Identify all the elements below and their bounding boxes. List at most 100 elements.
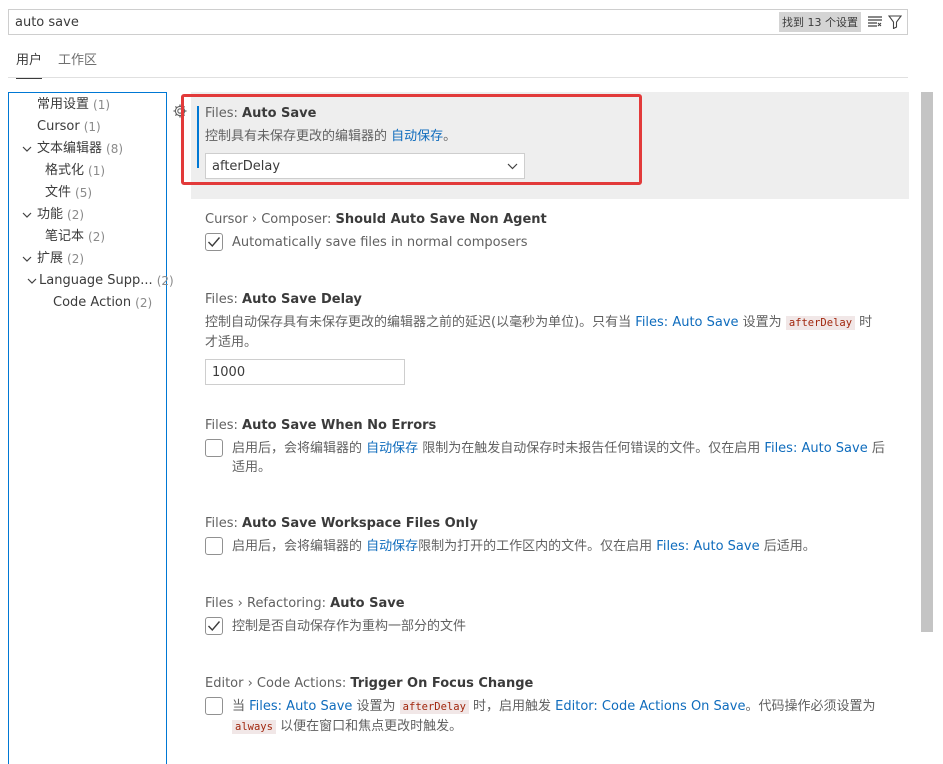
setting-gear-icon[interactable] <box>172 103 188 119</box>
setting-auto-save-when-no-errors: Files: Auto Save When No Errors 启用后，会将编辑… <box>191 417 891 477</box>
desc-text: 启用后，会将编辑器的 <box>232 441 367 456</box>
files-auto-save-link[interactable]: Files: Auto Save <box>764 441 867 456</box>
toc-item-count: (1) <box>88 164 106 178</box>
chevron-down-icon[interactable] <box>19 141 35 157</box>
setting-category: Files › Refactoring: <box>205 596 331 611</box>
toc-item-formatting[interactable]: 格式化 (1) <box>9 160 166 182</box>
setting-auto-save-workspace-only: Files: Auto Save Workspace Files Only 启用… <box>191 515 891 556</box>
code-actions-on-save-link[interactable]: Editor: Code Actions On Save <box>555 699 745 714</box>
code-value: always <box>232 720 276 734</box>
workspace-only-checkbox[interactable] <box>205 537 223 555</box>
toc-item-count: (5) <box>75 186 93 200</box>
desc-text: 。 <box>443 129 457 144</box>
chevron-down-icon[interactable] <box>19 207 35 223</box>
toc-item-label: 常用设置 <box>37 97 90 112</box>
toc-item-count: (2) <box>67 252 85 266</box>
setting-category: Files: <box>205 516 243 531</box>
auto-save-link[interactable]: 自动保存 <box>366 539 418 554</box>
tab-workspace[interactable]: 工作区 <box>50 44 105 78</box>
chevron-down-icon <box>507 159 518 174</box>
toc-item-label: 文本编辑器 <box>37 141 103 156</box>
toc-item-count: (8) <box>106 142 124 156</box>
setting-category: Files: <box>205 106 243 121</box>
checkbox-label: Automatically save files in normal compo… <box>232 235 528 250</box>
chevron-down-icon[interactable] <box>19 251 35 267</box>
desc-text: 限制为在触发自动保存时未报告任何错误的文件。仅在启用 <box>418 441 765 456</box>
composer-auto-save-checkbox[interactable] <box>205 233 223 251</box>
setting-description: 控制具有未保存更改的编辑器的 自动保存。 <box>205 127 909 146</box>
toc-item-files[interactable]: 文件 (5) <box>9 182 166 204</box>
scrollbar-thumb[interactable] <box>921 92 933 632</box>
setting-name: Auto Save Delay <box>242 292 362 307</box>
filter-list-icon[interactable] <box>867 14 883 30</box>
toc-item-label: 扩展 <box>37 251 64 266</box>
setting-refactoring-auto-save: Files › Refactoring: Auto Save 控制是否自动保存作… <box>191 595 909 636</box>
checkbox-row: 启用后，会将编辑器的 自动保存限制为打开的工作区内的文件。仅在启用 Files:… <box>205 537 891 556</box>
toc-item-extensions[interactable]: 扩展 (2) <box>9 248 166 270</box>
desc-text: 当 <box>232 699 250 714</box>
auto-save-link[interactable]: 自动保存 <box>391 129 443 144</box>
files-auto-save-link[interactable]: Files: Auto Save <box>635 315 738 330</box>
auto-save-link[interactable]: 自动保存 <box>366 441 418 456</box>
toc-item-label: 笔记本 <box>45 229 85 244</box>
setting-composer-auto-save: Cursor › Composer: Should Auto Save Non … <box>191 211 909 252</box>
setting-name: Auto Save Workspace Files Only <box>242 516 478 531</box>
setting-name: Auto Save When No Errors <box>242 418 437 433</box>
setting-title: Editor › Code Actions: Trigger On Focus … <box>205 675 891 693</box>
setting-code-actions-focus-change: Editor › Code Actions: Trigger On Focus … <box>191 675 891 737</box>
checkbox-row: 当 Files: Auto Save 设置为 afterDelay 时，启用触发… <box>205 697 891 737</box>
toc-item-cursor[interactable]: Cursor (1) <box>9 116 166 138</box>
setting-title: Files › Refactoring: Auto Save <box>205 595 909 613</box>
toc-item-label: 文件 <box>45 185 72 200</box>
refactoring-auto-save-checkbox[interactable] <box>205 617 223 635</box>
desc-text: 限制为打开的工作区内的文件。仅在启用 <box>418 539 657 554</box>
chevron-down-icon[interactable] <box>27 273 37 289</box>
checkbox-label: 启用后，会将编辑器的 自动保存限制为打开的工作区内的文件。仅在启用 Files:… <box>232 537 816 556</box>
checkbox-row: Automatically save files in normal compo… <box>205 233 909 252</box>
desc-text: 设置为 <box>352 699 400 714</box>
code-actions-focus-checkbox[interactable] <box>205 697 223 715</box>
toc-item-code-action[interactable]: Code Action (2) <box>9 292 166 314</box>
setting-category: Files: <box>205 292 243 307</box>
code-value: afterDelay <box>399 700 469 714</box>
setting-description: 控制自动保存具有未保存更改的编辑器之前的延迟(以毫秒为单位)。只有当 Files… <box>205 313 891 352</box>
checkbox-label: 控制是否自动保存作为重构一部分的文件 <box>232 619 467 634</box>
settings-table-of-contents: 常用设置 (1) Cursor (1) 文本编辑器 (8) 格式化 (1) 文件 (5) … <box>8 92 174 764</box>
setting-category: Cursor › Composer: <box>205 212 336 227</box>
toc-item-label: 格式化 <box>45 163 85 178</box>
setting-title: Files: Auto Save Delay <box>205 291 891 309</box>
toc-item-count: (2) <box>156 274 174 288</box>
desc-text: 后适用。 <box>759 539 816 554</box>
settings-scope-tabs: 用户 工作区 <box>8 44 908 79</box>
setting-category: Editor › Code Actions: <box>205 676 351 691</box>
funnel-icon[interactable] <box>887 14 903 30</box>
desc-text: 控制具有未保存更改的编辑器的 <box>205 129 392 144</box>
setting-name: Should Auto Save Non Agent <box>335 212 547 227</box>
desc-text: 。代码操作必须设置为 <box>745 699 876 714</box>
no-errors-checkbox[interactable] <box>205 439 223 457</box>
toc-item-label: Code Action <box>53 295 132 310</box>
search-result-count: 找到 13 个设置 <box>779 12 861 32</box>
tab-user[interactable]: 用户 <box>8 44 50 79</box>
toc-item-common[interactable]: 常用设置 (1) <box>9 94 166 116</box>
checkbox-row: 启用后，会将编辑器的 自动保存 限制为在触发自动保存时未报告任何错误的文件。仅在… <box>205 439 891 477</box>
toc-item-text-editor[interactable]: 文本编辑器 (8) <box>9 138 166 160</box>
auto-save-delay-input[interactable] <box>205 359 405 385</box>
files-auto-save-link[interactable]: Files: Auto Save <box>249 699 352 714</box>
setting-title: Files: Auto Save When No Errors <box>205 417 891 435</box>
toc-item-notebook[interactable]: 笔记本 (2) <box>9 226 166 248</box>
files-auto-save-link[interactable]: Files: Auto Save <box>656 539 759 554</box>
toc-item-count: (2) <box>135 296 153 310</box>
settings-scrollbar[interactable] <box>921 92 933 764</box>
settings-search-input[interactable] <box>15 14 779 30</box>
setting-category: Files: <box>205 418 243 433</box>
toc-item-label: Cursor <box>37 119 80 134</box>
toc-item-count: (1) <box>83 120 101 134</box>
toc-item-features[interactable]: 功能 (2) <box>9 204 166 226</box>
desc-text: 控制自动保存具有未保存更改的编辑器之前的延迟(以毫秒为单位)。只有当 <box>205 315 636 330</box>
auto-save-dropdown[interactable]: afterDelay <box>205 153 525 179</box>
toc-item-count: (1) <box>93 98 111 112</box>
setting-name: Auto Save <box>242 106 317 121</box>
settings-search-box[interactable]: 找到 13 个设置 <box>8 9 908 35</box>
toc-item-language-support[interactable]: Language Supp... (2) <box>9 270 174 292</box>
